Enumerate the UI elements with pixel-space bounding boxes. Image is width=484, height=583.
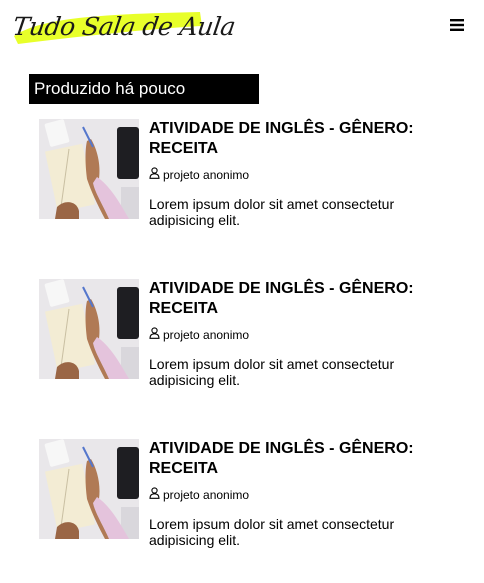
post-excerpt: Lorem ipsum dolor sit amet consectetur a… [149, 356, 395, 388]
post-body: ATIVIDADE DE INGLÊS - GÊNERO: RECEITA pr… [149, 279, 449, 388]
post-author: projeto anonimo [149, 327, 449, 342]
post-card: ATIVIDADE DE INGLÊS - GÊNERO: RECEITA pr… [39, 279, 459, 389]
post-title[interactable]: ATIVIDADE DE INGLÊS - GÊNERO: RECEITA [149, 279, 449, 319]
site-header: Tudo Sala de Aula [0, 0, 484, 56]
post-author: projeto anonimo [149, 167, 449, 182]
post-thumbnail[interactable] [39, 279, 139, 379]
user-icon [149, 167, 160, 182]
post-excerpt: Lorem ipsum dolor sit amet consectetur a… [149, 196, 395, 228]
section-title: Produzido há pouco [29, 74, 259, 104]
post-body: ATIVIDADE DE INGLÊS - GÊNERO: RECEITA pr… [149, 119, 449, 228]
author-name: projeto anonimo [163, 487, 250, 502]
post-author: projeto anonimo [149, 487, 449, 502]
logo-text: Tudo Sala de Aula [10, 12, 238, 41]
post-excerpt: Lorem ipsum dolor sit amet consectetur a… [149, 516, 395, 548]
user-icon [149, 327, 160, 342]
author-name: projeto anonimo [163, 167, 250, 182]
hamburger-menu-icon[interactable] [449, 17, 465, 33]
post-title[interactable]: ATIVIDADE DE INGLÊS - GÊNERO: RECEITA [149, 439, 449, 479]
post-thumbnail[interactable] [39, 119, 139, 219]
site-logo[interactable]: Tudo Sala de Aula [10, 6, 237, 46]
author-name: projeto anonimo [163, 327, 250, 342]
user-icon [149, 487, 160, 502]
post-thumbnail[interactable] [39, 439, 139, 539]
post-body: ATIVIDADE DE INGLÊS - GÊNERO: RECEITA pr… [149, 439, 449, 548]
post-title[interactable]: ATIVIDADE DE INGLÊS - GÊNERO: RECEITA [149, 119, 449, 159]
post-card: ATIVIDADE DE INGLÊS - GÊNERO: RECEITA pr… [39, 119, 459, 229]
post-card: ATIVIDADE DE INGLÊS - GÊNERO: RECEITA pr… [39, 439, 459, 549]
